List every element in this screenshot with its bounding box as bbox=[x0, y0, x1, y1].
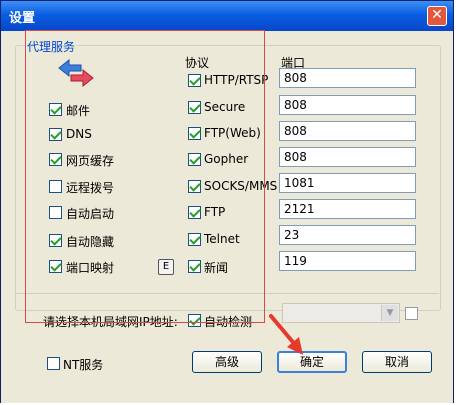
close-icon[interactable]: ✕ bbox=[427, 6, 447, 26]
pointer-arrow-icon bbox=[269, 314, 303, 355]
telnet-port-field[interactable]: 23 bbox=[279, 225, 416, 245]
socks-mms-port-field[interactable]: 1081 bbox=[279, 173, 416, 193]
ip-extra-checkbox[interactable] bbox=[405, 307, 418, 320]
gopher-port-field[interactable]: 808 bbox=[279, 147, 416, 167]
secure-port-field[interactable]: 808 bbox=[279, 95, 416, 115]
news-port-field[interactable]: 119 bbox=[279, 251, 416, 271]
nt-service-checkbox[interactable] bbox=[47, 357, 60, 370]
settings-dialog: 设置 ✕ 代理服务 邮件 DNS 网页缓存 远程拨号 自动启动 自动隐藏 端口映… bbox=[0, 0, 454, 403]
title-bar[interactable]: 设置 ✕ bbox=[1, 1, 453, 31]
highlight-box bbox=[25, 30, 265, 323]
window-title: 设置 bbox=[9, 11, 36, 26]
dialog-body: 代理服务 邮件 DNS 网页缓存 远程拨号 自动启动 自动隐藏 端口映射 E 协 bbox=[1, 30, 453, 403]
advanced-button[interactable]: 高级 bbox=[192, 351, 262, 373]
nt-service-label: NT服务 bbox=[63, 358, 104, 372]
chevron-down-icon[interactable]: ▼ bbox=[381, 305, 398, 321]
ftp-web-port-field[interactable]: 808 bbox=[279, 121, 416, 141]
ftp-port-field[interactable]: 2121 bbox=[279, 199, 416, 219]
cancel-button[interactable]: 取消 bbox=[362, 351, 432, 373]
http-rtsp-port-field[interactable]: 808 bbox=[279, 68, 416, 88]
